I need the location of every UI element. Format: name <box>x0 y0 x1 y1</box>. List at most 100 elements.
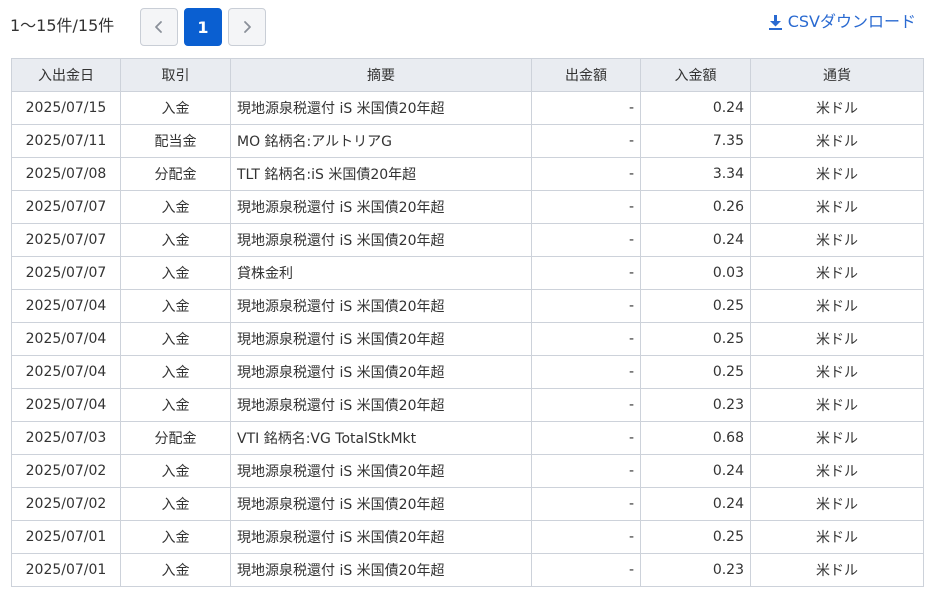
cell-withdrawal: - <box>531 190 641 224</box>
cell-date: 2025/07/07 <box>11 190 121 224</box>
cell-currency: 米ドル <box>750 91 924 125</box>
cell-description: TLT 銘柄名:iS 米国債20年超 <box>230 157 532 191</box>
cell-withdrawal: - <box>531 388 641 422</box>
cell-deposit: 7.35 <box>640 124 751 158</box>
cell-type: 入金 <box>120 553 231 587</box>
result-count: 1〜15件/15件 <box>10 16 115 35</box>
cell-withdrawal: - <box>531 223 641 257</box>
cell-currency: 米ドル <box>750 124 924 158</box>
prev-page-button[interactable] <box>140 8 178 46</box>
cell-date: 2025/07/11 <box>11 124 121 158</box>
next-page-button[interactable] <box>228 8 266 46</box>
chevron-right-icon <box>244 21 251 33</box>
cell-description: 現地源泉税還付 iS 米国債20年超 <box>230 322 532 356</box>
cell-date: 2025/07/02 <box>11 487 121 521</box>
cell-deposit: 0.25 <box>640 355 751 389</box>
cell-withdrawal: - <box>531 289 641 323</box>
cell-description: 現地源泉税還付 iS 米国債20年超 <box>230 553 532 587</box>
cell-date: 2025/07/04 <box>11 388 121 422</box>
column-header-date: 入出金日 <box>11 58 121 92</box>
table-row: 2025/07/08 分配金 TLT 銘柄名:iS 米国債20年超 -3.34 米ドル <box>11 157 924 191</box>
table-row: 2025/07/07 入金 現地源泉税還付 iS 米国債20年超 -0.26 米ドル <box>11 190 924 224</box>
cell-withdrawal: - <box>531 520 641 554</box>
cell-withdrawal: - <box>531 322 641 356</box>
cell-currency: 米ドル <box>750 487 924 521</box>
cell-date: 2025/07/04 <box>11 355 121 389</box>
table-row: 2025/07/11 配当金 MO 銘柄名:アルトリアG -7.35 米ドル <box>11 124 924 158</box>
cell-currency: 米ドル <box>750 355 924 389</box>
table-row: 2025/07/01 入金 現地源泉税還付 iS 米国債20年超 -0.25 米ドル <box>11 520 924 554</box>
cell-description: 現地源泉税還付 iS 米国債20年超 <box>230 223 532 257</box>
table-row: 2025/07/07 入金 貸株金利 -0.03 米ドル <box>11 256 924 290</box>
cell-type: 入金 <box>120 256 231 290</box>
cell-date: 2025/07/03 <box>11 421 121 455</box>
cell-deposit: 0.24 <box>640 223 751 257</box>
cell-description: 現地源泉税還付 iS 米国債20年超 <box>230 355 532 389</box>
cell-date: 2025/07/15 <box>11 91 121 125</box>
cell-withdrawal: - <box>531 91 641 125</box>
cell-description: 現地源泉税還付 iS 米国債20年超 <box>230 388 532 422</box>
cell-withdrawal: - <box>531 124 641 158</box>
cell-deposit: 0.26 <box>640 190 751 224</box>
column-header-type: 取引 <box>120 58 231 92</box>
cell-currency: 米ドル <box>750 223 924 257</box>
table-header: 入出金日 取引 摘要 出金額 入金額 通貨 <box>11 58 924 92</box>
chevron-left-icon <box>155 21 162 33</box>
table-body: 2025/07/15 入金 現地源泉税還付 iS 米国債20年超 -0.24 米ドル 20… <box>11 91 924 587</box>
cell-withdrawal: - <box>531 553 641 587</box>
cell-withdrawal: - <box>531 487 641 521</box>
csv-download-label: CSVダウンロード <box>787 12 916 31</box>
cell-deposit: 0.25 <box>640 289 751 323</box>
table-row: 2025/07/04 入金 現地源泉税還付 iS 米国債20年超 -0.23 米ドル <box>11 388 924 422</box>
cell-type: 分配金 <box>120 157 231 191</box>
cell-type: 分配金 <box>120 421 231 455</box>
cell-currency: 米ドル <box>750 256 924 290</box>
column-header-currency: 通貨 <box>750 58 924 92</box>
cell-type: 入金 <box>120 223 231 257</box>
cell-type: 入金 <box>120 388 231 422</box>
csv-download-link[interactable]: CSVダウンロード <box>768 11 916 33</box>
cell-type: 入金 <box>120 91 231 125</box>
cell-description: 現地源泉税還付 iS 米国債20年超 <box>230 487 532 521</box>
cell-currency: 米ドル <box>750 190 924 224</box>
cell-date: 2025/07/07 <box>11 256 121 290</box>
cell-type: 入金 <box>120 289 231 323</box>
cell-deposit: 0.68 <box>640 421 751 455</box>
cell-date: 2025/07/08 <box>11 157 121 191</box>
column-header-description: 摘要 <box>230 58 532 92</box>
cell-currency: 米ドル <box>750 157 924 191</box>
cell-withdrawal: - <box>531 454 641 488</box>
cell-description: 現地源泉税還付 iS 米国債20年超 <box>230 454 532 488</box>
cell-withdrawal: - <box>531 421 641 455</box>
table-row: 2025/07/03 分配金 VTI 銘柄名:VG TotalStkMkt -0.68… <box>11 421 924 455</box>
page-1-button[interactable]: 1 <box>184 8 222 46</box>
cell-deposit: 0.24 <box>640 487 751 521</box>
cell-deposit: 0.25 <box>640 520 751 554</box>
table-row: 2025/07/15 入金 現地源泉税還付 iS 米国債20年超 -0.24 米ドル <box>11 91 924 125</box>
cell-description: 貸株金利 <box>230 256 532 290</box>
cell-withdrawal: - <box>531 157 641 191</box>
cell-description: MO 銘柄名:アルトリアG <box>230 124 532 158</box>
cell-withdrawal: - <box>531 355 641 389</box>
cell-date: 2025/07/07 <box>11 223 121 257</box>
cell-deposit: 0.24 <box>640 91 751 125</box>
cell-currency: 米ドル <box>750 388 924 422</box>
cell-deposit: 3.34 <box>640 157 751 191</box>
cell-type: 配当金 <box>120 124 231 158</box>
cell-currency: 米ドル <box>750 322 924 356</box>
table-row: 2025/07/02 入金 現地源泉税還付 iS 米国債20年超 -0.24 米ドル <box>11 454 924 488</box>
cell-date: 2025/07/01 <box>11 553 121 587</box>
column-header-deposit: 入金額 <box>640 58 751 92</box>
cell-date: 2025/07/04 <box>11 289 121 323</box>
cell-type: 入金 <box>120 520 231 554</box>
pagination: 1 <box>140 8 266 46</box>
cell-withdrawal: - <box>531 256 641 290</box>
cell-type: 入金 <box>120 355 231 389</box>
cell-deposit: 0.24 <box>640 454 751 488</box>
cell-deposit: 0.23 <box>640 388 751 422</box>
table-row: 2025/07/04 入金 現地源泉税還付 iS 米国債20年超 -0.25 米ドル <box>11 322 924 356</box>
cell-description: 現地源泉税還付 iS 米国債20年超 <box>230 91 532 125</box>
cell-date: 2025/07/04 <box>11 322 121 356</box>
cell-deposit: 0.03 <box>640 256 751 290</box>
cell-deposit: 0.25 <box>640 322 751 356</box>
